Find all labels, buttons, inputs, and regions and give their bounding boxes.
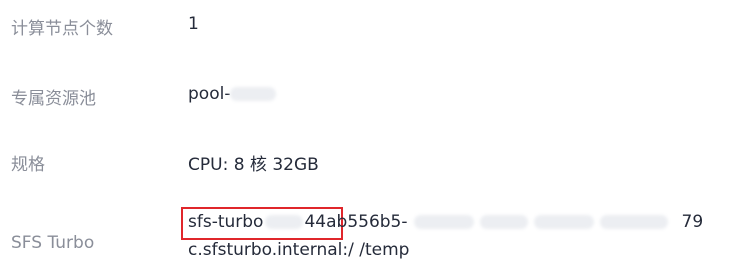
resource-detail-list: 计算节点个数 1 专属资源池 pool- 规格 CPU: 8 核 32GB SF… [0,0,748,266]
sfs-turbo-name-prefix: sfs-turbo [188,212,264,232]
dedicated-pool-value: pool- [188,84,277,104]
sfs-turbo-label: SFS Turbo [11,233,95,253]
redacted-sfs-name [265,215,304,229]
spec-value: CPU: 8 核 32GB [188,155,319,175]
sfs-turbo-value-line1: sfs-turbo 44ab556b5- 79 [188,212,703,232]
detail-row-compute-nodes: 计算节点个数 1 [0,10,748,40]
sfs-turbo-id-suffix: 79 [681,212,704,232]
dedicated-pool-prefix: pool- [188,84,231,104]
sfs-turbo-name-suffix: 4 [304,212,316,232]
compute-nodes-label: 计算节点个数 [11,19,113,39]
sfs-turbo-id-prefix: 4ab556b5- [315,212,408,232]
dedicated-pool-label: 专属资源池 [11,89,96,109]
detail-row-dedicated-pool: 专属资源池 pool- [0,80,748,110]
redacted-id-segment-3 [533,215,594,229]
sfs-turbo-value-line2: c.sfsturbo.internal:/ /temp [188,240,410,260]
redacted-id-segment-1 [413,215,474,229]
spec-label: 规格 [11,155,45,175]
compute-nodes-value: 1 [188,14,199,34]
redacted-id-segment-4 [599,215,668,229]
redacted-pool-id [230,87,277,101]
detail-row-spec: 规格 CPU: 8 核 32GB [0,146,748,176]
detail-row-sfs-turbo: SFS Turbo sfs-turbo 44ab556b5- 79 c.sfstur… [0,207,748,266]
redacted-id-segment-2 [479,215,528,229]
